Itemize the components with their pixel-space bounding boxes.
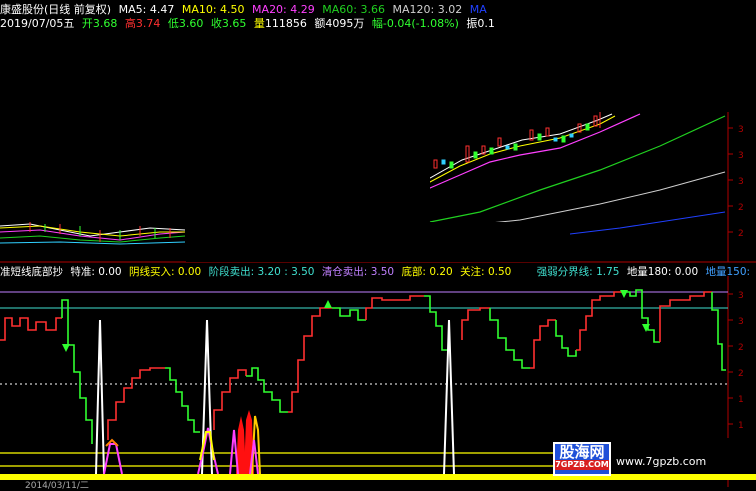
guanzhu-label: 关注:: [460, 266, 485, 278]
teting-readout: 特准: 0.00: [70, 266, 121, 278]
site-logo-text: 股海网: [559, 443, 605, 461]
qiangruo-readout: 强弱分界线: 1.75: [537, 266, 620, 278]
qingcang-label: 清仓卖出:: [321, 266, 368, 278]
ma120-label: MA120:: [392, 3, 435, 16]
ma60-value: 3.66: [360, 3, 385, 16]
bottom-date-label: 2014/03/11/二: [25, 481, 89, 491]
low-label: 低: [167, 17, 179, 30]
low-readout: 低3.60: [168, 17, 204, 30]
indicator-name: 准短线底部抄: [0, 266, 63, 278]
jieduan-label: 阶段卖出:: [208, 266, 255, 278]
upper-mask-left: [0, 0, 430, 220]
site-url: www.7gpzb.com: [616, 455, 707, 468]
ma10-label: MA10:: [181, 3, 217, 16]
ma5-label: MA5:: [118, 3, 147, 16]
bottom-signals: [103, 427, 219, 475]
svg-text:3: 3: [738, 125, 744, 135]
close-readout: 收3.65: [211, 17, 247, 30]
site-logo: 股海网 7GPZB.COM: [553, 442, 611, 476]
open-label: 开: [81, 17, 93, 30]
svg-text:1: 1: [738, 421, 744, 431]
diliang180-readout: 地量180: 0.00: [627, 266, 698, 278]
ma20-readout: MA20: 4.29: [252, 3, 315, 16]
ma20-value: 4.29: [290, 3, 315, 16]
quote-date: 2019/07/05五: [0, 17, 75, 30]
price-axis-ticks: 3 3 3 2 2: [728, 125, 744, 239]
open-value: 3.68: [92, 17, 118, 30]
svg-text:2: 2: [738, 229, 744, 239]
volume-value: 111856: [264, 17, 307, 30]
svg-text:3: 3: [738, 151, 744, 161]
amplitude-label: 振: [466, 17, 478, 30]
amount-label: 额: [314, 17, 326, 30]
chart-canvas: 3 3 3 2 2 3 3 2 2 1 1: [0, 0, 756, 487]
site-logo-subtext: 7GPZB.COM: [555, 460, 609, 470]
low-value: 3.60: [178, 17, 204, 30]
jieduan-readout: 阶段卖出: 3.20 : 3.50: [209, 266, 315, 278]
ma120-value: 3.02: [437, 3, 463, 16]
amplitude-readout: 振0.1: [466, 17, 495, 30]
qiangruo-value: 1.75: [596, 266, 620, 278]
high-value: 3.74: [135, 17, 161, 30]
qingcang-value: 3.50: [370, 266, 395, 278]
ma-more-label: MA: [469, 3, 487, 16]
change-readout: 幅-0.04(-1.08%): [372, 17, 459, 30]
ma-header-row: 康盛股份(日线 前复权) MA5: 4.47 MA10: 4.50 MA20: …: [0, 3, 491, 17]
amplitude-value: 0.1: [477, 17, 495, 30]
diliang150-label: 地量150:: [705, 266, 751, 278]
ma10-readout: MA10: 4.50: [182, 3, 245, 16]
quote-row: 2019/07/05五 开3.68 高3.74 低3.60 收3.65 量111…: [0, 17, 499, 31]
dibu-readout: 底部: 0.20: [401, 266, 452, 278]
jieduan-value: 3.20 : 3.50: [257, 266, 315, 278]
ground-volume-bar: [0, 474, 756, 480]
upper-mask-mid: [186, 222, 570, 262]
indicator-header-row: 准短线底部抄 特准: 0.00 阴线买入: 0.00 阶段卖出: 3.20 : …: [0, 265, 754, 279]
svg-text:3: 3: [738, 317, 744, 327]
close-label: 收: [210, 17, 222, 30]
ma5-readout: MA5: 4.47: [119, 3, 175, 16]
open-readout: 开3.68: [82, 17, 118, 30]
qiangruo-label: 强弱分界线:: [536, 266, 593, 278]
step-indicator-line: [0, 289, 726, 444]
dibu-label: 底部:: [401, 266, 426, 278]
yinxian-label: 阴线买入:: [128, 266, 175, 278]
guanzhu-readout: 关注: 0.50: [460, 266, 511, 278]
spike-signals: [95, 319, 455, 475]
svg-text:3: 3: [738, 177, 744, 187]
ma120-readout: MA120: 3.02: [392, 3, 462, 16]
stock-title: 康盛股份(日线 前复权): [0, 3, 112, 16]
amount-value: 4095万: [325, 17, 365, 30]
change-value: -0.04(-1.08%): [382, 17, 459, 30]
indicator-axis-ticks: 3 3 2 2 1 1: [728, 291, 744, 431]
high-label: 高: [124, 17, 136, 30]
volume-label: 量: [253, 17, 265, 30]
qingcang-readout: 清仓卖出: 3.50: [322, 266, 394, 278]
svg-text:2: 2: [738, 203, 744, 213]
dibu-value: 0.20: [429, 266, 453, 278]
diliang180-value: 0.00: [674, 266, 699, 278]
close-value: 3.65: [221, 17, 247, 30]
amount-readout: 额4095万: [314, 17, 364, 30]
ma5-value: 4.47: [149, 3, 175, 16]
ma120-line: [439, 171, 726, 229]
svg-text:3: 3: [738, 291, 744, 301]
guanzhu-value: 0.50: [487, 266, 512, 278]
ma20-label: MA20:: [252, 3, 287, 16]
teting-label: 特准:: [70, 266, 95, 278]
volume-readout: 量111856: [254, 17, 307, 30]
yinxian-value: 0.00: [177, 266, 202, 278]
ma60-readout: MA60: 3.66: [322, 3, 385, 16]
teting-value: 0.00: [98, 266, 122, 278]
yinxian-readout: 阴线买入: 0.00: [129, 266, 201, 278]
left-mini-chart: [0, 222, 186, 245]
high-readout: 高3.74: [125, 17, 161, 30]
ma60-label: MA60:: [322, 3, 357, 16]
ma10-value: 4.50: [220, 3, 245, 16]
diliang180-label: 地量180:: [626, 266, 672, 278]
svg-text:1: 1: [738, 395, 744, 405]
svg-text:2: 2: [738, 369, 744, 379]
svg-text:2: 2: [738, 343, 744, 353]
change-label: 幅: [371, 17, 383, 30]
